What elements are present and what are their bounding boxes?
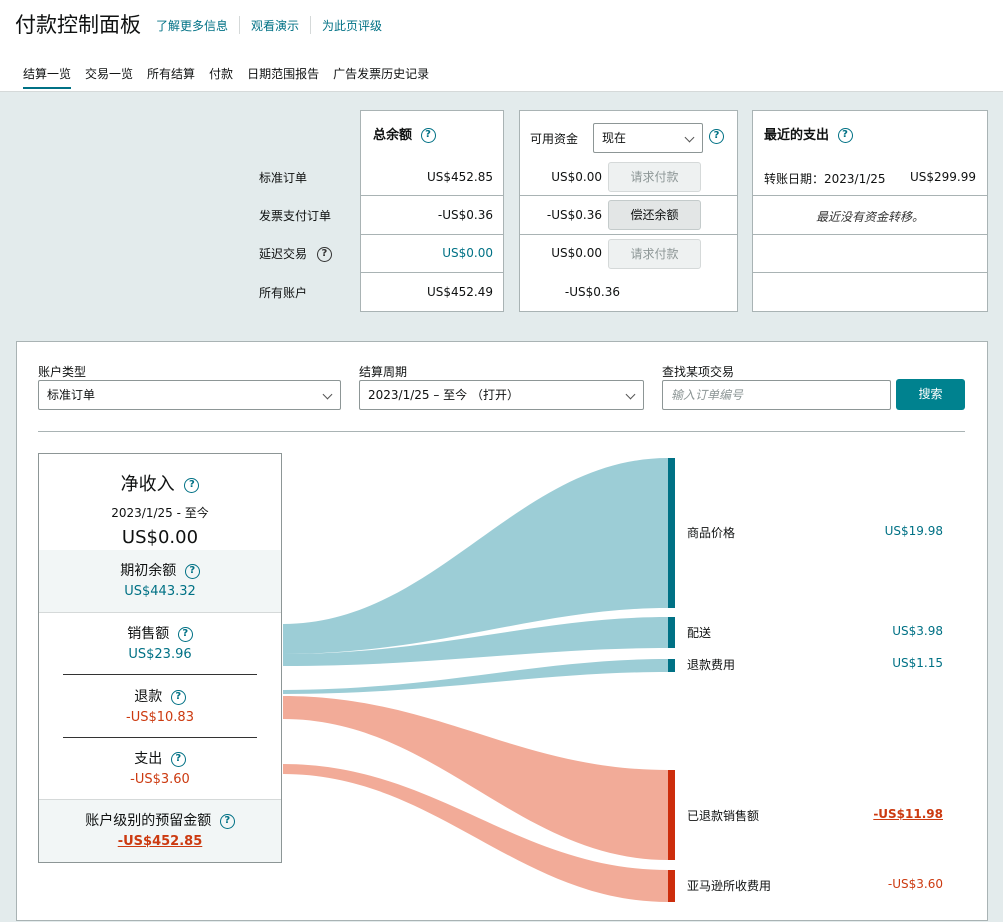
tab-transactions[interactable]: 交易一览 <box>85 65 133 89</box>
tab-payments[interactable]: 付款 <box>209 65 233 89</box>
help-icon[interactable]: ? <box>709 129 724 144</box>
total-balance-all: US$452.49 <box>426 285 493 299</box>
recent-payouts-title: 最近的支出 <box>764 128 830 143</box>
no-transfer-message: 最近没有资金转移。 <box>815 210 924 224</box>
chevron-down-icon <box>684 132 695 143</box>
flow-label-product-price: 商品价格 <box>687 526 736 540</box>
available-funds-card: 可用资金 现在 ? US$0.00 请求付款 -US$0.36 偿还余额 US$… <box>519 110 738 312</box>
divider <box>520 195 737 196</box>
divider <box>361 272 503 273</box>
flow-value-product-price: US$19.98 <box>884 524 943 538</box>
flow-label-shipping: 配送 <box>687 626 712 640</box>
available-funds-invoice: -US$0.36 <box>546 208 602 222</box>
divider <box>520 234 737 235</box>
divider <box>239 16 241 34</box>
flow-bar-refunded-sales <box>668 770 675 860</box>
divider <box>753 195 987 196</box>
flow-label-refund-fee: 退款费用 <box>687 658 736 672</box>
repay-balance-button[interactable]: 偿还余额 <box>608 200 701 230</box>
transfer-date-label: 转账日期： <box>764 172 825 186</box>
top-bar: 付款控制面板 了解更多信息 观看演示 为此页评级 结算一览 交易一览 所有结算 … <box>0 0 1003 92</box>
header-links: 了解更多信息 观看演示 为此页评级 <box>156 16 382 34</box>
flow-bar-refund-fee <box>668 659 675 672</box>
divider <box>310 16 312 34</box>
flow-label-refunded-sales: 已退款销售额 <box>687 809 760 823</box>
available-funds-all: -US$0.36 <box>564 285 620 299</box>
flow-value-shipping: US$3.98 <box>892 624 943 638</box>
flow-diagram <box>283 458 675 902</box>
select-value: 现在 <box>602 131 627 145</box>
recent-payouts-title-wrap: 最近的支出 ? <box>764 124 853 143</box>
divider <box>753 234 987 235</box>
tab-settlement-overview[interactable]: 结算一览 <box>23 65 72 89</box>
available-funds-label: 可用资金 <box>530 132 579 146</box>
total-balance-deferred[interactable]: US$0.00 <box>442 246 493 260</box>
rate-page-link[interactable]: 为此页评级 <box>322 17 382 34</box>
watch-demo-link[interactable]: 观看演示 <box>251 17 299 34</box>
available-funds-time-select[interactable]: 现在 <box>593 123 703 153</box>
tab-all-settlements[interactable]: 所有结算 <box>147 65 195 89</box>
recent-payouts-card: 最近的支出 ? 转账日期：2023/1/25 US$299.99 最近没有资金转… <box>752 110 988 312</box>
transfer-date-value: 2023/1/25 <box>824 172 886 186</box>
settlement-panel: 账户类型 标准订单 结算周期 2023/1/25 – 至今 （打开） 查找某项交… <box>16 341 988 921</box>
row-label-deferred: 延迟交易 <box>259 247 308 261</box>
flow-value-refunded-sales[interactable]: -US$11.98 <box>873 807 943 821</box>
nav-tabs: 结算一览 交易一览 所有结算 付款 日期范围报告 广告发票历史记录 <box>23 65 443 89</box>
transfer-date: 转账日期：2023/1/25 <box>764 170 886 187</box>
tab-date-range-reports[interactable]: 日期范围报告 <box>247 65 319 89</box>
divider <box>361 234 503 235</box>
page-title: 付款控制面板 <box>15 13 141 37</box>
flow-label-amazon-fees: 亚马逊所收费用 <box>687 879 772 893</box>
flow-value-amazon-fees: -US$3.60 <box>887 877 943 891</box>
request-payment-button-2[interactable]: 请求付款 <box>608 239 701 269</box>
available-funds-standard: US$0.00 <box>551 170 602 184</box>
divider <box>753 272 987 273</box>
transfer-amount: US$299.99 <box>909 170 976 184</box>
row-label-deferred-wrap: 延迟交易 ? <box>259 245 332 262</box>
flow-bar-product-price <box>668 458 675 608</box>
help-icon[interactable]: ? <box>420 128 436 143</box>
row-label-standard: 标准订单 <box>259 171 308 185</box>
total-balance-card: 总余额 ? US$452.85 -US$0.36 US$0.00 US$452.… <box>360 110 504 312</box>
flow-value-refund-fee: US$1.15 <box>892 656 943 670</box>
help-icon[interactable]: ? <box>837 128 853 143</box>
help-icon[interactable]: ? <box>316 247 332 262</box>
divider <box>361 195 503 196</box>
flow-bar-amazon-fees <box>668 870 675 902</box>
row-label-all: 所有账户 <box>259 286 308 300</box>
total-balance-standard: US$452.85 <box>426 170 493 184</box>
total-balance-invoice: -US$0.36 <box>437 208 493 222</box>
learn-more-link[interactable]: 了解更多信息 <box>156 17 228 34</box>
available-funds-deferred: US$0.00 <box>551 246 602 260</box>
total-balance-title: 总余额 <box>373 128 413 143</box>
flow-bar-shipping <box>668 617 675 648</box>
tab-ad-invoice-history[interactable]: 广告发票历史记录 <box>333 65 429 89</box>
row-label-invoice: 发票支付订单 <box>259 209 332 223</box>
request-payment-button[interactable]: 请求付款 <box>608 162 701 192</box>
total-balance-title-wrap: 总余额 ? <box>373 124 436 143</box>
